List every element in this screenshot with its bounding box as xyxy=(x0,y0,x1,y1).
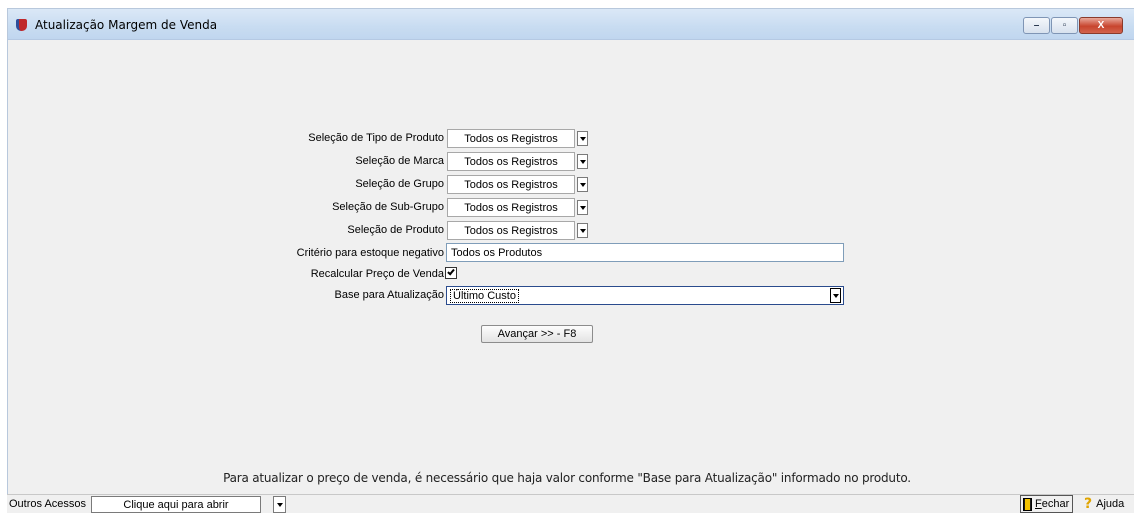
outros-acessos-select[interactable]: Clique aqui para abrir xyxy=(91,496,261,513)
maximize-button[interactable]: ▫ xyxy=(1051,17,1078,34)
filter-tipo-produto-select[interactable]: Todos os Registros xyxy=(447,129,575,148)
base-select[interactable]: Último Custo xyxy=(446,286,844,305)
filter-tipo-produto-label: Seleção de Tipo de Produto xyxy=(308,132,444,144)
window-title: Atualização Margem de Venda xyxy=(35,18,218,32)
fechar-button[interactable]: Fechar xyxy=(1020,495,1074,513)
fechar-accelerator: F xyxy=(1035,498,1042,510)
base-dropdown[interactable] xyxy=(830,288,841,303)
filter-marca-select[interactable]: Todos os Registros xyxy=(447,152,575,171)
minimize-button[interactable]: – xyxy=(1023,17,1050,34)
minimize-icon: – xyxy=(1033,20,1040,31)
chevron-down-icon xyxy=(579,136,586,141)
filter-produto-dropdown[interactable] xyxy=(577,223,588,238)
chevron-down-icon xyxy=(579,205,586,210)
filter-marca-label: Seleção de Marca xyxy=(355,155,444,167)
chevron-down-icon xyxy=(832,293,839,298)
base-label: Base para Atualização xyxy=(334,289,444,301)
filter-tipo-produto-dropdown[interactable] xyxy=(577,131,588,146)
filter-produto-select[interactable]: Todos os Registros xyxy=(447,221,575,240)
title-bar[interactable]: Atualização Margem de Venda – ▫ X xyxy=(8,9,1134,40)
recalcular-label: Recalcular Preço de Venda xyxy=(310,268,444,280)
info-message: Para atualizar o preço de venda, é neces… xyxy=(223,471,911,485)
filter-sub-grupo-dropdown[interactable] xyxy=(577,200,588,215)
filter-marca-dropdown[interactable] xyxy=(577,154,588,169)
filter-sub-grupo-label: Seleção de Sub-Grupo xyxy=(332,201,444,213)
ajuda-label: Ajuda xyxy=(1096,498,1125,510)
chevron-down-icon xyxy=(579,182,586,187)
filter-grupo-select[interactable]: Todos os Registros xyxy=(447,175,575,194)
filter-sub-grupo-select[interactable]: Todos os Registros xyxy=(447,198,575,217)
outros-acessos-dropdown[interactable] xyxy=(273,496,286,513)
door-exit-icon xyxy=(1023,497,1032,511)
bottom-bar: Outros Acessos Clique aqui para abrir Fe… xyxy=(7,494,1134,513)
advance-button[interactable]: Avançar >> - F8 xyxy=(481,325,593,343)
criterio-field[interactable]: Todos os Produtos xyxy=(446,243,844,262)
chevron-down-icon xyxy=(579,228,586,233)
maximize-icon: ▫ xyxy=(1062,20,1067,31)
chevron-down-icon xyxy=(579,159,586,164)
help-icon: ? xyxy=(1084,496,1093,512)
close-icon: X xyxy=(1097,20,1105,31)
filter-grupo-dropdown[interactable] xyxy=(577,177,588,192)
filter-grupo-label: Seleção de Grupo xyxy=(355,178,444,190)
fechar-label: echar xyxy=(1041,498,1070,510)
criterio-label: Critério para estoque negativo xyxy=(296,247,444,259)
checkmark-icon xyxy=(447,267,455,276)
filter-produto-label: Seleção de Produto xyxy=(347,224,444,236)
outros-acessos-label: Outros Acessos xyxy=(9,498,87,510)
chevron-down-icon xyxy=(276,502,283,507)
recalcular-checkbox[interactable] xyxy=(445,267,457,279)
ajuda-button[interactable]: ? Ajuda xyxy=(1082,495,1124,513)
close-button[interactable]: X xyxy=(1079,17,1123,34)
app-shield-icon xyxy=(16,19,27,31)
